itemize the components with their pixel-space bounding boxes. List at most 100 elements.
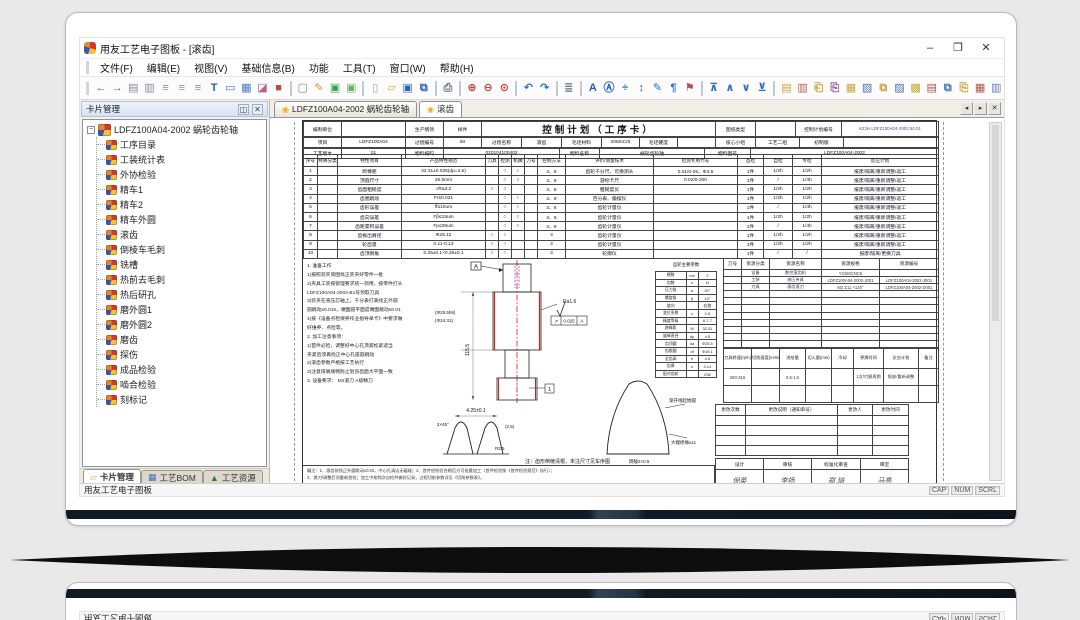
os-taskbar[interactable]	[66, 510, 1016, 519]
card-export-icon[interactable]: ▦	[973, 80, 988, 97]
tree-item[interactable]: 探伤	[97, 347, 266, 362]
annotate-icon[interactable]: ✎	[650, 80, 665, 97]
font-tool-icon[interactable]: A	[585, 80, 600, 97]
menu-item-8[interactable]: 帮助(H)	[433, 60, 481, 75]
tree-item[interactable]: 精车1	[97, 182, 266, 197]
document-tab[interactable]: ◉滚齿	[419, 101, 462, 117]
zoom-in-icon[interactable]: ⊕	[464, 80, 479, 97]
row-insert-icon[interactable]: ▤	[779, 80, 794, 97]
new-file-icon[interactable]: ▯	[368, 80, 383, 97]
print-icon[interactable]: ⎙	[440, 80, 455, 97]
tree-connector	[97, 399, 105, 400]
tab-prev-icon[interactable]: ◂	[960, 102, 973, 115]
document-canvas[interactable]: 编制单位 生产纲领 样件 控制计划（工序卡） 图纸类型 控制计划编号 KZJ	[270, 118, 1004, 485]
vertical-scrollbar[interactable]	[989, 122, 1002, 481]
save-all-icon[interactable]: ⧉	[416, 80, 431, 97]
symbol-tool-icon[interactable]: ÷	[618, 80, 633, 97]
doc-view-icon[interactable]: ▩	[908, 80, 923, 97]
minimize-button[interactable]: –	[916, 38, 944, 58]
menu-item-3[interactable]: 视图(V)	[187, 60, 234, 75]
undo-icon[interactable]: ↶	[521, 80, 536, 97]
move-up-icon[interactable]: ∧	[722, 80, 737, 97]
tree-item[interactable]: 磨外圆2	[97, 317, 266, 332]
signature-label: 标准化审查	[812, 459, 861, 470]
menu-item-5[interactable]: 功能	[302, 60, 336, 75]
cell	[770, 298, 822, 305]
cell: 1件	[738, 240, 764, 249]
tab-next-icon[interactable]: ▸	[974, 102, 987, 115]
field-next-icon[interactable]: ▥	[142, 80, 157, 97]
tree-item[interactable]: 外协检验	[97, 167, 266, 182]
card-format-icon[interactable]: ▥	[989, 80, 1004, 97]
collapse-icon[interactable]: −	[87, 126, 95, 134]
card-copy-icon[interactable]: ⎗	[811, 80, 826, 97]
move-top-icon[interactable]: ⊼	[706, 80, 721, 97]
card-props-icon[interactable]: ≣	[561, 80, 576, 97]
redo-icon[interactable]: ↷	[537, 80, 552, 97]
tree-item[interactable]: 铣槽	[97, 257, 266, 272]
move-down-icon[interactable]: ∨	[739, 80, 754, 97]
cell-cut-icon[interactable]: ▤	[924, 80, 939, 97]
menu-item-1[interactable]: 文件(F)	[93, 60, 140, 75]
col-delete-icon[interactable]: ▧	[860, 80, 875, 97]
align-right-icon[interactable]: ≡	[190, 80, 205, 97]
align-center-icon[interactable]: ≡	[174, 80, 189, 97]
signature-grid: 设计审核标准化审查审定倪英李扬郑 琦马亮	[715, 458, 909, 485]
fill-icon[interactable]: ■	[271, 80, 286, 97]
menu-item-2[interactable]: 编辑(E)	[140, 60, 187, 75]
paragraph-icon[interactable]: ¶	[666, 80, 681, 97]
pin-icon[interactable]: ◫	[238, 104, 249, 115]
close-button[interactable]: ✕	[972, 38, 1000, 58]
field-prev-icon[interactable]: ▤	[126, 80, 141, 97]
tree-item[interactable]: 热后研孔	[97, 287, 266, 302]
save-icon[interactable]: ▣	[400, 80, 415, 97]
zoom-reset-icon[interactable]: ⊙	[497, 80, 512, 97]
back-icon[interactable]: ←	[94, 80, 109, 97]
document-tab[interactable]: ◉LDFZ100A04-2002 蜗轮齿轮轴	[274, 101, 417, 117]
select-rect-icon[interactable]: ▢	[295, 80, 310, 97]
rect-tool-icon[interactable]: ▭	[223, 80, 238, 97]
eraser-icon[interactable]: ◪	[255, 80, 270, 97]
updown-tool-icon[interactable]: ↕	[634, 80, 649, 97]
row-copy-icon[interactable]: ⧉	[876, 80, 891, 97]
tree-item[interactable]: 啮合检验	[97, 377, 266, 392]
tree-item[interactable]: 滚齿	[97, 227, 266, 242]
card-lock-icon[interactable]: ⎘	[827, 80, 842, 97]
image-insert-icon[interactable]: ▣	[327, 80, 342, 97]
menu-item-4[interactable]: 基础信息(B)	[234, 60, 301, 75]
tree-item[interactable]: 热前去毛刺	[97, 272, 266, 287]
menu-item-6[interactable]: 工具(T)	[336, 60, 383, 75]
tree-item[interactable]: 工装统计表	[97, 152, 266, 167]
tree-item[interactable]: 刻标记	[97, 392, 266, 407]
open-file-icon[interactable]: ▱	[384, 80, 399, 97]
tree-item[interactable]: 磨齿	[97, 332, 266, 347]
tree-item[interactable]: 精车2	[97, 197, 266, 212]
pencil-icon[interactable]: ✎	[311, 80, 326, 97]
tree-item[interactable]: 工序目录	[97, 137, 266, 152]
circle-text-icon[interactable]: Ⓐ	[601, 80, 616, 97]
maximize-button[interactable]: ❐	[944, 38, 972, 58]
flag-note-icon[interactable]: ⚑	[682, 80, 697, 97]
tree-item[interactable]: 成品检验	[97, 362, 266, 377]
tab-close-icon[interactable]: ✕	[988, 102, 1001, 115]
panel-close-icon[interactable]: ✕	[252, 104, 263, 115]
doc-edit-icon[interactable]: ▨	[892, 80, 907, 97]
move-bottom-icon[interactable]: ⊻	[755, 80, 770, 97]
col-insert-icon[interactable]: ▦	[843, 80, 858, 97]
menu-item-7[interactable]: 窗口(W)	[383, 60, 433, 75]
table-tool-icon[interactable]: ▦	[239, 80, 254, 97]
align-left-icon[interactable]: ≡	[158, 80, 173, 97]
empty-row	[724, 291, 939, 298]
cell-copy-icon[interactable]: ⧉	[940, 80, 955, 97]
text-tool-icon[interactable]: T	[206, 80, 221, 97]
tree-item[interactable]: 磨外圆1	[97, 302, 266, 317]
cell	[742, 319, 770, 326]
forward-icon[interactable]: →	[110, 80, 125, 97]
tree-item[interactable]: 精车外圆	[97, 212, 266, 227]
cell-paste-icon[interactable]: ⎘	[956, 80, 971, 97]
row-delete-icon[interactable]: ▥	[795, 80, 810, 97]
tree-root[interactable]: − LDFZ100A04-2002 蜗轮齿轮轴	[87, 122, 266, 137]
zoom-out-icon[interactable]: ⊖	[481, 80, 496, 97]
image-export-icon[interactable]: ▣	[344, 80, 359, 97]
tree-item[interactable]: 倒棱车毛刺	[97, 242, 266, 257]
